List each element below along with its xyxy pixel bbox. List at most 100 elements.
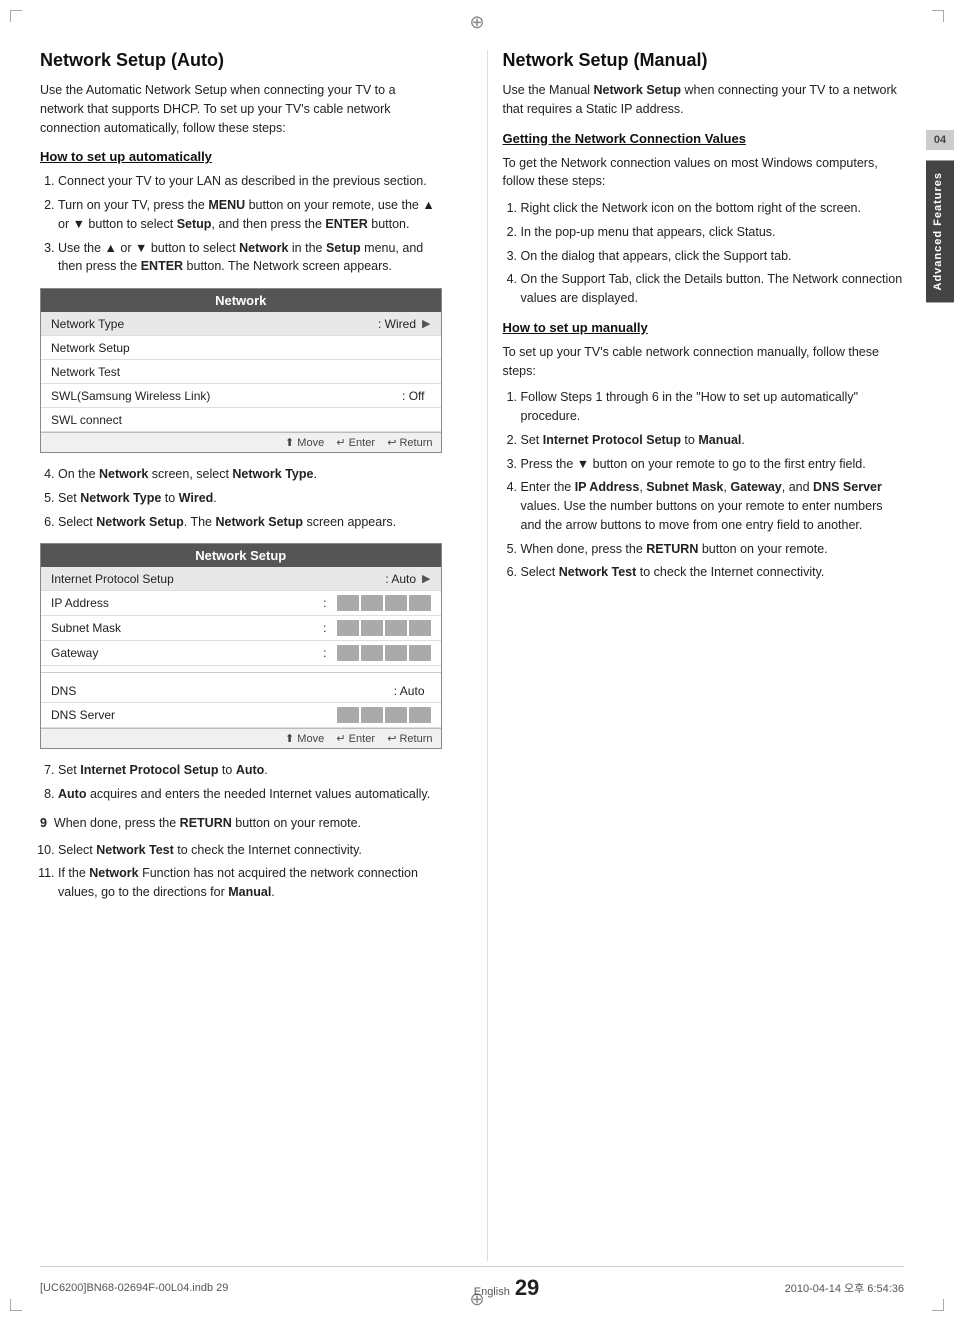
ip-block-3c [385, 645, 407, 661]
network-menu-row-2: Network Test [41, 360, 441, 384]
auto-steps-10-11: Select Network Test to check the Interne… [40, 841, 442, 902]
network-row-label-4: SWL connect [51, 413, 431, 427]
ip-block-2a [337, 620, 359, 636]
center-top-mark: ⊕ [467, 12, 487, 32]
right-intro: Use the Manual Network Setup when connec… [503, 81, 905, 119]
footer-file-info: [UC6200]BN68-02694F-00L04.indb 29 [40, 1282, 228, 1294]
how-to-manual-intro: To set up your TV's cable network connec… [503, 343, 905, 381]
content-area: Network Setup (Auto) Use the Automatic N… [40, 50, 904, 1261]
ip-block-5a [337, 707, 359, 723]
manual-step-3: Press the ▼ button on your remote to go … [521, 455, 905, 474]
footer-date-info: 2010-04-14 오후 6:54:36 [785, 1280, 904, 1296]
setup-menu-row-5: DNS Server [41, 703, 441, 728]
manual-step-1: Follow Steps 1 through 6 in the "How to … [521, 388, 905, 426]
auto-steps-4-6: On the Network screen, select Network Ty… [40, 465, 442, 531]
network-row-label-0: Network Type [51, 317, 378, 331]
setup-menu-row-3: Gateway : [41, 641, 441, 666]
ip-block-1d [409, 595, 431, 611]
getting-step-4: On the Support Tab, click the Details bu… [521, 270, 905, 308]
getting-step-1: Right click the Network icon on the bott… [521, 199, 905, 218]
ip-block-5c [385, 707, 407, 723]
setup-row-label-5: DNS Server [51, 708, 337, 722]
left-title: Network Setup (Auto) [40, 50, 442, 71]
ip-blocks-5 [337, 707, 431, 723]
left-column: Network Setup (Auto) Use the Automatic N… [40, 50, 457, 1261]
network-menu-row-0: Network Type : Wired ▶ [41, 312, 441, 336]
auto-step-9: 9 When done, press the RETURN button on … [40, 814, 442, 833]
network-menu-row-1: Network Setup [41, 336, 441, 360]
network-row-value-0: : Wired [378, 317, 416, 331]
network-menu-title: Network [41, 289, 441, 312]
auto-step-3: Use the ▲ or ▼ button to select Network … [58, 239, 442, 277]
ip-block-3a [337, 645, 359, 661]
network-row-label-3: SWL(Samsung Wireless Link) [51, 389, 402, 403]
corner-bl [10, 1299, 22, 1311]
auto-step-10: Select Network Test to check the Interne… [58, 841, 442, 860]
ip-block-1b [361, 595, 383, 611]
manual-step-6: Select Network Test to check the Interne… [521, 563, 905, 582]
ip-block-3d [409, 645, 431, 661]
setup-row-label-1: IP Address [51, 596, 323, 610]
footer-page-number: 29 [515, 1275, 539, 1301]
network-setup-menu-title: Network Setup [41, 544, 441, 567]
auto-steps-7-11: Set Internet Protocol Setup to Auto. Aut… [40, 761, 442, 804]
ip-block-1a [337, 595, 359, 611]
manual-steps-list: Follow Steps 1 through 6 in the "How to … [503, 388, 905, 582]
setup-menu-row-4: DNS : Auto [41, 679, 441, 703]
how-to-auto-heading: How to set up automatically [40, 149, 442, 164]
setup-row-value-4: : Auto [394, 684, 425, 698]
setup-row-label-2: Subnet Mask [51, 621, 323, 635]
ip-block-2d [409, 620, 431, 636]
setup-row-label-0: Internet Protocol Setup [51, 572, 385, 586]
network-row-label-1: Network Setup [51, 341, 431, 355]
ip-block-2b [361, 620, 383, 636]
auto-step-1: Connect your TV to your LAN as described… [58, 172, 442, 191]
footer-page-label: English [474, 1286, 510, 1298]
auto-step-8: Auto acquires and enters the needed Inte… [58, 785, 442, 804]
corner-br [932, 1299, 944, 1311]
auto-steps-list: Connect your TV to your LAN as described… [40, 172, 442, 276]
right-column: Network Setup (Manual) Use the Manual Ne… [487, 50, 905, 1261]
sidebar-chapter-label: Advanced Features [926, 160, 954, 302]
ip-blocks-1 [337, 595, 431, 611]
setup-menu-row-1: IP Address : [41, 591, 441, 616]
network-setup-menu-footer: ⬆ Move ↵ Enter ↩ Return [41, 728, 441, 748]
sidebar-chapter-number: 04 [926, 130, 954, 150]
auto-step-6: Select Network Setup. The Network Setup … [58, 513, 442, 532]
auto-step-11: If the Network Function has not acquired… [58, 864, 442, 902]
network-menu-row-4: SWL connect [41, 408, 441, 432]
setup-row-label-3: Gateway [51, 646, 323, 660]
auto-step-7: Set Internet Protocol Setup to Auto. [58, 761, 442, 780]
ip-block-3b [361, 645, 383, 661]
ip-block-5d [409, 707, 431, 723]
getting-values-heading: Getting the Network Connection Values [503, 131, 905, 146]
manual-step-5: When done, press the RETURN button on yo… [521, 540, 905, 559]
auto-step-2: Turn on your TV, press the MENU button o… [58, 196, 442, 234]
network-menu-row-3: SWL(Samsung Wireless Link) : Off [41, 384, 441, 408]
network-setup-menu-box: Network Setup Internet Protocol Setup : … [40, 543, 442, 749]
getting-step-3: On the dialog that appears, click the Su… [521, 247, 905, 266]
left-intro: Use the Automatic Network Setup when con… [40, 81, 442, 137]
manual-step-4: Enter the IP Address, Subnet Mask, Gatew… [521, 478, 905, 534]
ip-block-5b [361, 707, 383, 723]
setup-row-value-0: : Auto [385, 572, 416, 586]
network-row-label-2: Network Test [51, 365, 431, 379]
setup-row-arrow-0: ▶ [422, 572, 430, 585]
auto-step-4: On the Network screen, select Network Ty… [58, 465, 442, 484]
auto-step-5: Set Network Type to Wired. [58, 489, 442, 508]
setup-row-label-4: DNS [51, 684, 394, 698]
network-row-arrow-0: ▶ [422, 317, 430, 330]
ip-block-1c [385, 595, 407, 611]
getting-step-2: In the pop-up menu that appears, click S… [521, 223, 905, 242]
getting-values-intro: To get the Network connection values on … [503, 154, 905, 192]
network-menu-footer: ⬆ Move ↵ Enter ↩ Return [41, 432, 441, 452]
setup-menu-row-0: Internet Protocol Setup : Auto ▶ [41, 567, 441, 591]
setup-row-colon-3: : [323, 646, 326, 660]
ip-blocks-2 [337, 620, 431, 636]
page-number-area: English 29 [474, 1275, 540, 1301]
manual-step-2: Set Internet Protocol Setup to Manual. [521, 431, 905, 450]
page-footer: [UC6200]BN68-02694F-00L04.indb 29 Englis… [40, 1266, 904, 1301]
corner-tl [10, 10, 22, 22]
right-title: Network Setup (Manual) [503, 50, 905, 71]
network-row-value-3: : Off [402, 389, 424, 403]
